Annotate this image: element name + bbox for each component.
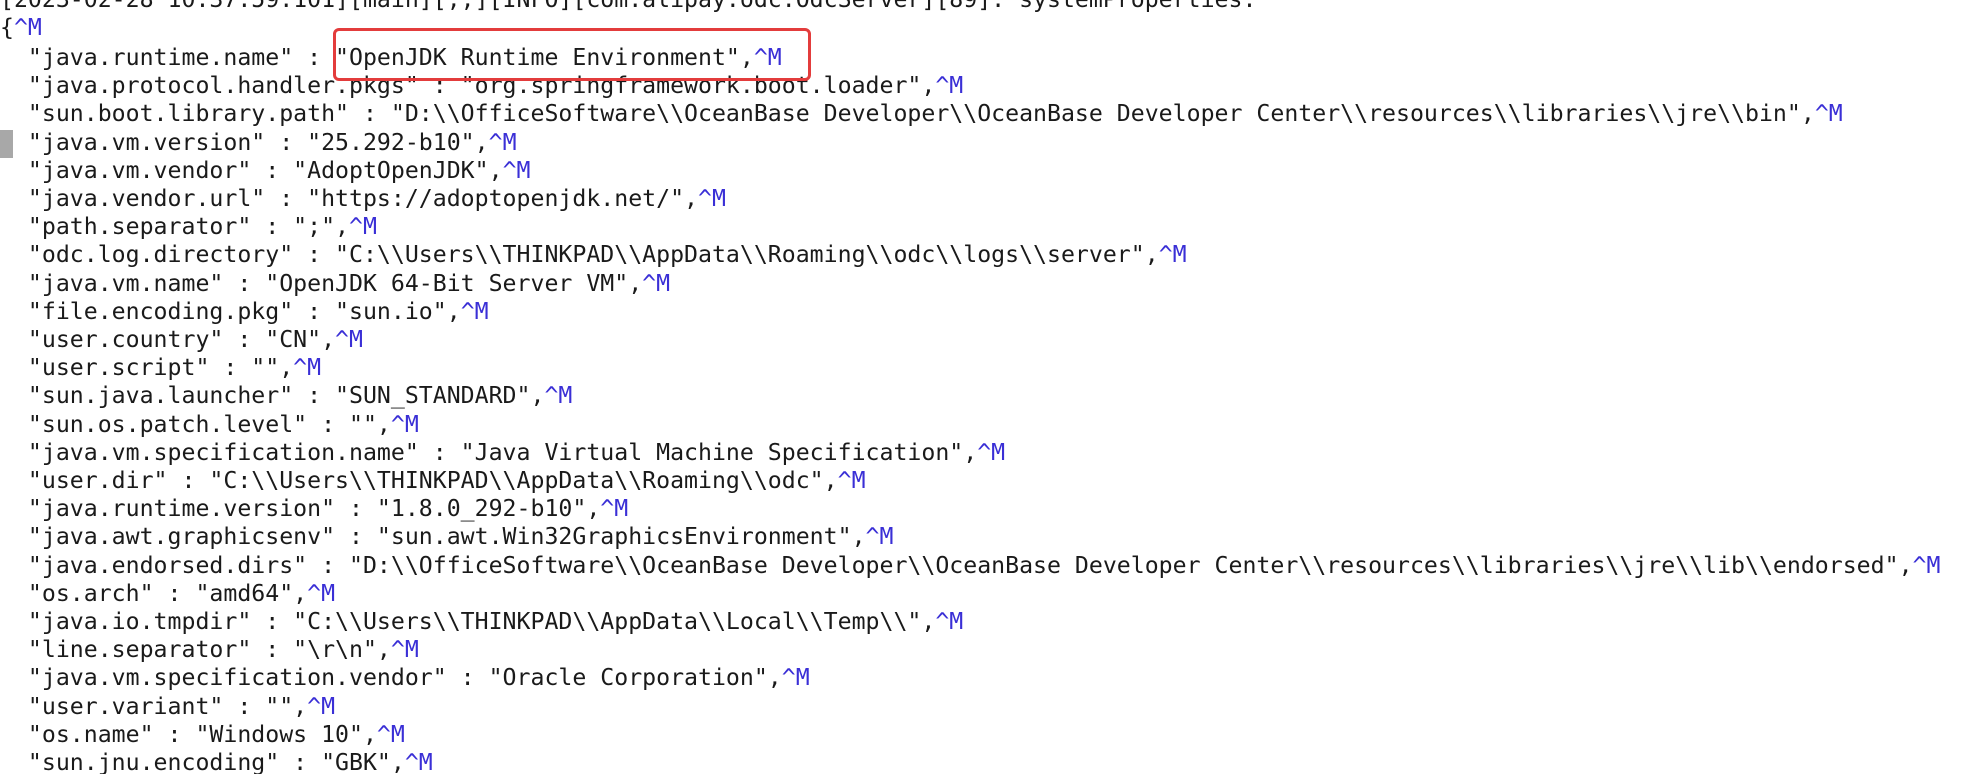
ctrl-m-marker: ^M <box>642 269 671 297</box>
ctrl-m-marker: ^M <box>781 664 810 692</box>
property-line: "os.name" : "Windows 10",^M <box>0 721 405 749</box>
ctrl-m-marker: ^M <box>698 185 726 212</box>
ctrl-m-marker: ^M <box>13 14 42 41</box>
terminal-output[interactable]: [2023-02-28 10:37:59.101][main][,,][INFO… <box>0 0 1976 774</box>
ctrl-m-marker: ^M <box>390 636 419 664</box>
ctrl-m-marker: ^M <box>865 523 894 551</box>
property-line: "file.encoding.pkg" : "sun.io",^M <box>0 298 489 326</box>
scroll-position-marker <box>0 130 13 158</box>
property-line: "java.vm.version" : "25.292-b10",^M <box>0 129 517 157</box>
property-text: "java.vm.specification.vendor" : "Oracle… <box>0 664 782 692</box>
ctrl-m-marker: ^M <box>335 326 363 353</box>
property-text: "user.script" : "", <box>0 354 294 382</box>
property-line: "java.endorsed.dirs" : "D:\\OfficeSoftwa… <box>0 551 1941 580</box>
property-text: "java.vm.specification.name" : "Java Vir… <box>0 438 978 466</box>
property-text: "odc.log.directory" : "C:\\Users\\THINKP… <box>0 241 1159 269</box>
property-line: "java.vendor.url" : "https://adoptopenjd… <box>0 185 726 213</box>
property-text: "sun.boot.library.path" : "D:\\OfficeSof… <box>0 100 1815 128</box>
ctrl-m-marker: ^M <box>837 467 866 494</box>
ctrl-m-marker: ^M <box>502 156 531 184</box>
property-line: "java.awt.graphicsenv" : "sun.awt.Win32G… <box>0 523 894 551</box>
property-line: "os.arch" : "amd64",^M <box>0 580 335 608</box>
property-line: "sun.jnu.encoding" : "GBK",^M <box>0 749 433 774</box>
property-text: "java.io.tmpdir" : "C:\\Users\\THINKPAD\… <box>0 608 936 635</box>
ctrl-m-marker: ^M <box>1912 551 1941 579</box>
property-line: "java.vm.vendor" : "AdoptOpenJDK",^M <box>0 156 531 185</box>
ctrl-m-marker: ^M <box>1158 241 1187 269</box>
property-line: "java.runtime.version" : "1.8.0_292-b10"… <box>0 495 628 523</box>
property-line: "user.variant" : "",^M <box>0 693 335 721</box>
property-text: "os.name" : "Windows 10", <box>0 720 377 748</box>
highlight-annotation-box <box>333 28 811 81</box>
property-text: "java.awt.graphicsenv" : "sun.awt.Win32G… <box>0 523 866 551</box>
property-line: "sun.java.launcher" : "SUN_STANDARD",^M <box>0 382 572 410</box>
open-brace-line: {^M <box>0 14 42 42</box>
property-line: "sun.os.patch.level" : "",^M <box>0 411 419 439</box>
ctrl-m-marker: ^M <box>1814 100 1843 128</box>
property-text: "os.arch" : "amd64", <box>0 579 308 607</box>
property-line: "path.separator" : ";",^M <box>0 213 377 241</box>
property-text: "sun.java.launcher" : "SUN_STANDARD", <box>0 382 545 410</box>
property-line: "user.country" : "CN",^M <box>0 326 363 354</box>
property-text: "line.separator" : "\r\n", <box>0 636 391 664</box>
property-line: "sun.boot.library.path" : "D:\\OfficeSof… <box>0 100 1843 128</box>
ctrl-m-marker: ^M <box>460 297 489 325</box>
property-line: "java.vm.name" : "OpenJDK 64-Bit Server … <box>0 270 670 298</box>
property-text: "sun.os.patch.level" : "", <box>0 410 391 438</box>
ctrl-m-marker: ^M <box>293 354 322 382</box>
property-text: "user.country" : "CN", <box>0 326 336 353</box>
property-text: "file.encoding.pkg" : "sun.io", <box>0 297 461 325</box>
ctrl-m-marker: ^M <box>307 692 336 720</box>
ctrl-m-marker: ^M <box>935 72 964 100</box>
ctrl-m-marker: ^M <box>600 495 629 523</box>
property-line: "java.vm.specification.vendor" : "Oracle… <box>0 664 810 692</box>
property-text: "sun.jnu.encoding" : "GBK", <box>0 749 405 774</box>
ctrl-m-marker: ^M <box>404 749 433 774</box>
ctrl-m-marker: ^M <box>977 438 1006 466</box>
log-header-line: [2023-02-28 10:37:59.101][main][,,][INFO… <box>0 0 1256 14</box>
property-line: "line.separator" : "\r\n",^M <box>0 636 419 664</box>
property-text: "java.vm.name" : "OpenJDK 64-Bit Server … <box>0 269 643 297</box>
property-line: "user.script" : "",^M <box>0 354 321 382</box>
property-line: "java.vm.specification.name" : "Java Vir… <box>0 439 1005 467</box>
ctrl-m-marker: ^M <box>307 579 336 607</box>
property-text: "path.separator" : ";", <box>0 213 350 241</box>
open-brace: { <box>0 14 14 41</box>
property-text: "user.dir" : "C:\\Users\\THINKPAD\\AppDa… <box>0 467 838 494</box>
log-header-text: [2023-02-28 10:37:59.101][main][,,][INFO… <box>0 0 1256 13</box>
property-text: "java.vm.vendor" : "AdoptOpenJDK", <box>0 156 503 184</box>
ctrl-m-marker: ^M <box>349 213 377 241</box>
property-text: "java.vm.version" : "25.292-b10", <box>0 128 489 156</box>
ctrl-m-marker: ^M <box>390 410 419 438</box>
property-line: "java.io.tmpdir" : "C:\\Users\\THINKPAD\… <box>0 608 963 636</box>
property-text: "java.runtime.version" : "1.8.0_292-b10"… <box>0 495 601 523</box>
ctrl-m-marker: ^M <box>544 382 573 410</box>
property-line: "user.dir" : "C:\\Users\\THINKPAD\\AppDa… <box>0 467 866 495</box>
property-line: "odc.log.directory" : "C:\\Users\\THINKP… <box>0 241 1187 269</box>
property-text: "java.vendor.url" : "https://adoptopenjd… <box>0 185 699 212</box>
ctrl-m-marker: ^M <box>376 720 405 748</box>
ctrl-m-marker: ^M <box>935 608 964 635</box>
property-text: "user.variant" : "", <box>0 692 308 720</box>
property-text: "java.endorsed.dirs" : "D:\\OfficeSoftwa… <box>0 551 1913 579</box>
ctrl-m-marker: ^M <box>488 128 517 156</box>
